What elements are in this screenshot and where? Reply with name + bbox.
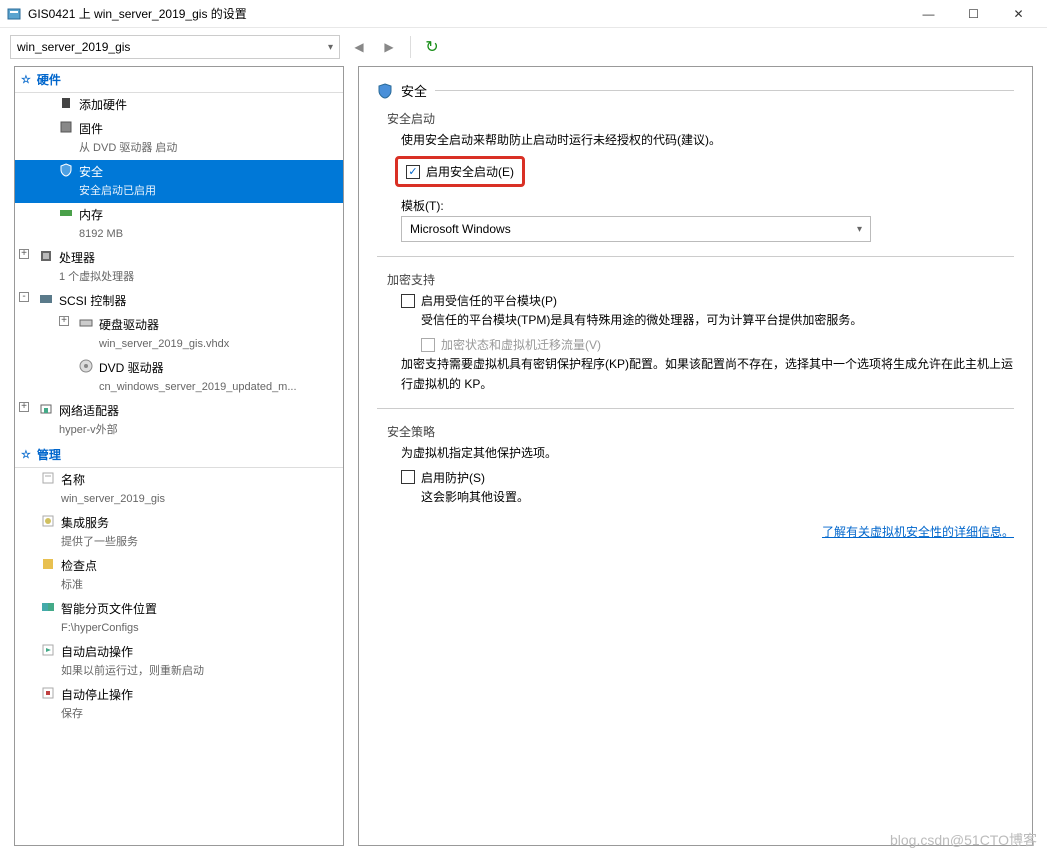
memory-icon bbox=[57, 206, 75, 220]
enable-secure-boot-checkbox[interactable]: ✓ bbox=[406, 165, 420, 179]
tree-auto-start[interactable]: 自动启动操作如果以前运行过，则重新启动 bbox=[15, 640, 343, 683]
enable-shielding-label: 启用防护(S) bbox=[421, 469, 485, 486]
chevron-down-icon: ▾ bbox=[328, 42, 333, 53]
expand-icon[interactable]: + bbox=[19, 249, 29, 259]
collapse-icon[interactable]: - bbox=[19, 292, 29, 302]
tree-dvd-drive[interactable]: DVD 驱动器cn_windows_server_2019_updated_m.… bbox=[15, 356, 343, 399]
firmware-icon bbox=[57, 120, 75, 134]
enable-tpm-checkbox[interactable] bbox=[401, 294, 415, 308]
enable-shielding-checkbox[interactable] bbox=[401, 470, 415, 484]
shield-icon bbox=[57, 163, 75, 177]
add-hardware-icon bbox=[57, 96, 75, 110]
tree-memory[interactable]: 内存8192 MB bbox=[15, 203, 343, 246]
tpm-description: 受信任的平台模块(TPM)是具有特殊用途的微处理器，可为计算平台提供加密服务。 bbox=[421, 311, 1014, 330]
integration-icon bbox=[39, 514, 57, 528]
tree-integration-services[interactable]: 集成服务提供了一些服务 bbox=[15, 511, 343, 554]
secure-boot-section-label: 安全启动 bbox=[387, 110, 1014, 127]
dvd-icon bbox=[77, 359, 95, 373]
forward-button[interactable]: ▶ bbox=[378, 36, 400, 58]
panel-title: 安全 bbox=[377, 81, 1014, 100]
policy-description: 为虚拟机指定其他保护选项。 bbox=[401, 444, 1014, 463]
shielding-description: 这会影响其他设置。 bbox=[421, 488, 1014, 507]
secure-boot-description: 使用安全启动来帮助防止启动时运行未经授权的代码(建议)。 bbox=[401, 131, 1014, 150]
tree-network-adapter[interactable]: + 网络适配器hyper-v外部 bbox=[15, 399, 343, 442]
tree-auto-stop[interactable]: 自动停止操作保存 bbox=[15, 683, 343, 726]
tree-security[interactable]: 安全安全启动已启用 bbox=[15, 160, 343, 203]
encrypt-traffic-checkbox bbox=[421, 338, 435, 352]
enable-tpm-label: 启用受信任的平台模块(P) bbox=[421, 292, 557, 309]
autostart-icon bbox=[39, 643, 57, 657]
category-management[interactable]: ☆ 管理 bbox=[15, 442, 343, 468]
expand-icon[interactable]: + bbox=[19, 402, 29, 412]
policy-section-label: 安全策略 bbox=[387, 423, 1014, 440]
chevron-down-icon: ▾ bbox=[857, 224, 862, 235]
encrypt-traffic-label: 加密状态和虚拟机迁移流量(V) bbox=[441, 336, 601, 353]
shield-icon bbox=[377, 83, 393, 99]
tree-firmware[interactable]: 固件从 DVD 驱动器 启动 bbox=[15, 117, 343, 160]
maximize-button[interactable]: ☐ bbox=[951, 0, 996, 28]
vm-selector-value: win_server_2019_gis bbox=[17, 40, 328, 54]
separator bbox=[410, 36, 411, 58]
template-label: 模板(T): bbox=[401, 197, 1014, 214]
encryption-section-label: 加密支持 bbox=[387, 271, 1014, 288]
tree-scsi-controller[interactable]: - SCSI 控制器 bbox=[15, 289, 343, 313]
expand-icon[interactable]: + bbox=[59, 316, 69, 326]
tree-paging-file[interactable]: 智能分页文件位置F:\hyperConfigs bbox=[15, 597, 343, 640]
checkpoint-icon bbox=[39, 557, 57, 571]
tree-checkpoints[interactable]: 检查点标准 bbox=[15, 554, 343, 597]
tree-processor[interactable]: + 处理器1 个虚拟处理器 bbox=[15, 246, 343, 289]
window-title: GIS0421 上 win_server_2019_gis 的设置 bbox=[28, 5, 906, 22]
autostop-icon bbox=[39, 686, 57, 700]
name-icon bbox=[39, 471, 57, 485]
settings-panel: 安全 安全启动 使用安全启动来帮助防止启动时运行未经授权的代码(建议)。 ✓ 启… bbox=[358, 66, 1033, 846]
vm-selector-combo[interactable]: win_server_2019_gis ▾ bbox=[10, 35, 340, 59]
hdd-icon bbox=[77, 316, 95, 330]
minimize-button[interactable]: — bbox=[906, 0, 951, 28]
scsi-icon bbox=[37, 292, 55, 306]
refresh-button[interactable]: ↻ bbox=[421, 36, 443, 58]
tree-name[interactable]: 名称win_server_2019_gis bbox=[15, 468, 343, 511]
kp-description: 加密支持需要虚拟机具有密钥保护程序(KP)配置。如果该配置尚不存在，选择其中一个… bbox=[401, 355, 1014, 393]
processor-icon bbox=[37, 249, 55, 263]
titlebar: GIS0421 上 win_server_2019_gis 的设置 — ☐ ✕ bbox=[0, 0, 1047, 28]
watermark: blog.csdn@51CTO博客 bbox=[890, 830, 1037, 850]
settings-tree: ☆ 硬件 添加硬件 固件从 DVD 驱动器 启动 安全安全启动已启用 内存819… bbox=[14, 66, 344, 846]
close-button[interactable]: ✕ bbox=[996, 0, 1041, 28]
collapse-icon: ☆ bbox=[21, 448, 31, 461]
enable-secure-boot-label: 启用安全启动(E) bbox=[426, 163, 514, 180]
nic-icon bbox=[37, 402, 55, 416]
paging-icon bbox=[39, 600, 57, 614]
tree-hard-drive[interactable]: + 硬盘驱动器win_server_2019_gis.vhdx bbox=[15, 313, 343, 356]
back-button[interactable]: ◀ bbox=[348, 36, 370, 58]
category-hardware[interactable]: ☆ 硬件 bbox=[15, 67, 343, 93]
tree-add-hardware[interactable]: 添加硬件 bbox=[15, 93, 343, 117]
toolbar: win_server_2019_gis ▾ ◀ ▶ ↻ bbox=[0, 28, 1047, 66]
secure-boot-highlight: ✓ 启用安全启动(E) bbox=[395, 156, 525, 187]
collapse-icon: ☆ bbox=[21, 73, 31, 86]
app-icon bbox=[6, 6, 22, 22]
template-select[interactable]: Microsoft Windows ▾ bbox=[401, 216, 871, 242]
learn-more-link[interactable]: 了解有关虚拟机安全性的详细信息。 bbox=[822, 523, 1014, 540]
